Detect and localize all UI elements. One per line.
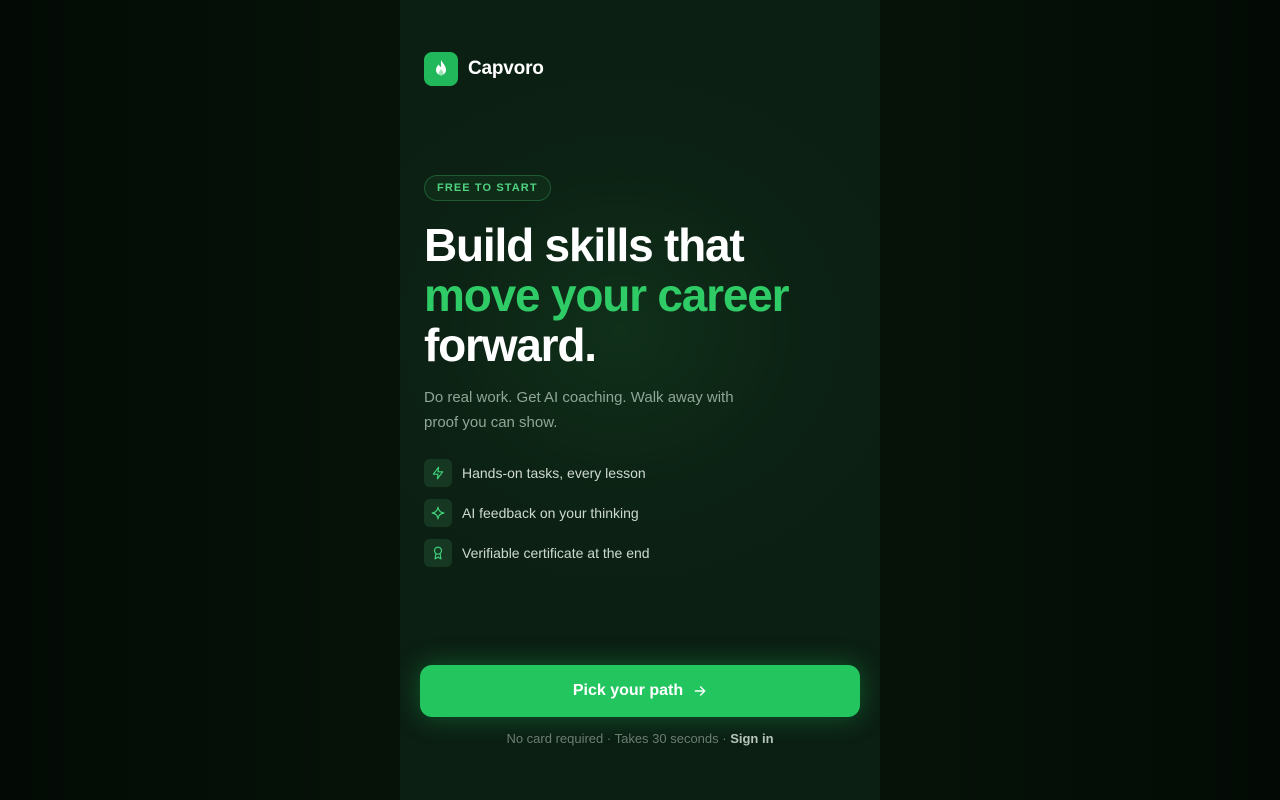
cta-footnote: No card required · Takes 30 seconds · Si… bbox=[400, 731, 880, 747]
free-badge: FREE TO START bbox=[424, 175, 551, 201]
award-icon bbox=[424, 539, 452, 567]
arrow-right-icon bbox=[693, 684, 707, 698]
sparkle-icon bbox=[424, 499, 452, 527]
feature-list: Hands-on tasks, every lesson AI feedback… bbox=[424, 459, 650, 579]
headline-line-2-accent: move your career bbox=[424, 269, 790, 321]
brand-name: Capvoro bbox=[468, 58, 544, 79]
onboarding-panel: Capvoro FREE TO START Build skills that … bbox=[400, 0, 880, 800]
feature-item-certificate: Verifiable certificate at the end bbox=[424, 539, 650, 567]
feature-item-ai-feedback: AI feedback on your thinking bbox=[424, 499, 650, 527]
feature-label: Verifiable certificate at the end bbox=[462, 545, 650, 561]
brand-header: Capvoro bbox=[424, 52, 544, 86]
lightning-icon bbox=[424, 459, 452, 487]
cta-label: Pick your path bbox=[572, 682, 684, 699]
feature-label: Hands-on tasks, every lesson bbox=[462, 465, 646, 481]
flame-icon bbox=[424, 52, 458, 86]
headline-line-1: Build skills that bbox=[424, 219, 745, 271]
feature-label: AI feedback on your thinking bbox=[462, 505, 639, 521]
sign-in-link[interactable]: Sign in bbox=[730, 731, 773, 746]
hero-subtitle: Do real work. Get AI coaching. Walk away… bbox=[424, 389, 734, 431]
footnote-text: No card required · Takes 30 seconds · bbox=[506, 731, 731, 746]
headline-line-3: forward. bbox=[424, 319, 597, 371]
feature-item-hands-on: Hands-on tasks, every lesson bbox=[424, 459, 650, 487]
pick-path-button[interactable]: Pick your path bbox=[420, 665, 860, 717]
hero-headline: Build skills that move your career forwa… bbox=[424, 220, 864, 370]
